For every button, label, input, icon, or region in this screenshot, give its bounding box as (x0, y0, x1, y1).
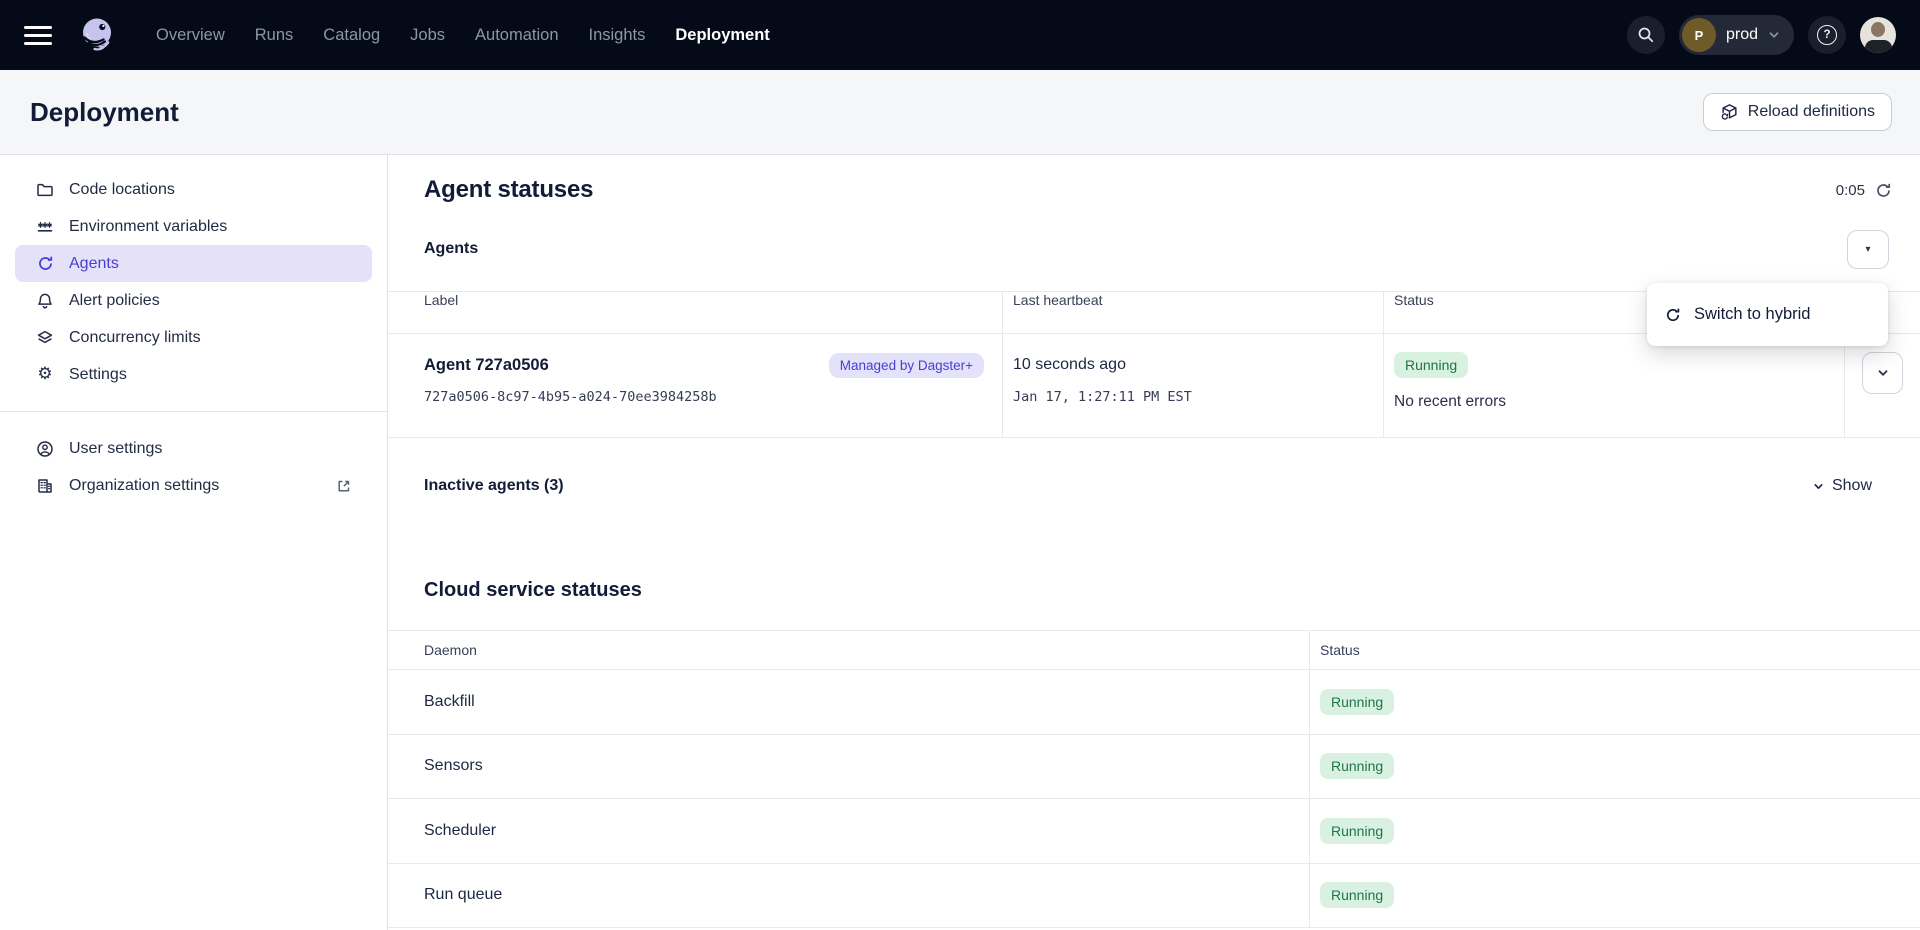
deployment-sidebar: Code locations Environment variables Age… (0, 155, 388, 930)
user-avatar[interactable] (1860, 17, 1896, 53)
column-header-label: Label (388, 292, 1003, 333)
inactive-agents-show-toggle[interactable]: Show (1812, 477, 1872, 495)
refresh-countdown-value: 0:05 (1836, 182, 1865, 199)
agent-id: 727a0506-8c97-4b95-a024-70ee3984258b (424, 389, 984, 405)
search-button[interactable] (1627, 16, 1665, 54)
daemon-status-badge: Running (1320, 753, 1394, 779)
agent-row-expand-button[interactable] (1862, 352, 1903, 394)
building-icon (36, 477, 54, 495)
column-header-status: Status (1310, 631, 1920, 669)
nav-item-catalog[interactable]: Catalog (323, 26, 380, 45)
nav-item-runs[interactable]: Runs (255, 26, 294, 45)
managed-by-dagster-badge: Managed by Dagster+ (829, 353, 984, 378)
sidebar-item-label: Agents (69, 255, 119, 273)
daemon-status-badge: Running (1320, 818, 1394, 844)
sidebar-item-settings[interactable]: ⚙ Settings (15, 356, 372, 393)
column-header-heartbeat: Last heartbeat (1003, 292, 1384, 333)
heartbeat-relative: 10 seconds ago (1013, 356, 1126, 374)
chevron-down-icon (1876, 366, 1890, 380)
chevron-down-icon (1812, 480, 1825, 493)
agent-row: Agent 727a0506 Managed by Dagster+ 727a0… (388, 334, 1920, 438)
nav-item-jobs[interactable]: Jobs (410, 26, 445, 45)
agent-name: Agent 727a0506 (424, 356, 549, 375)
sidebar-item-label: Concurrency limits (69, 329, 201, 347)
agents-actions-dropdown-button[interactable]: ▾ (1847, 230, 1889, 269)
agent-statuses-heading: Agent statuses (424, 176, 593, 204)
help-icon: ? (1817, 25, 1837, 45)
daemon-name: Sensors (388, 735, 1310, 799)
primary-nav: Overview Runs Catalog Jobs Automation In… (156, 26, 770, 45)
bell-icon (36, 292, 54, 310)
help-button[interactable]: ? (1808, 16, 1846, 54)
column-header-daemon: Daemon (388, 631, 1310, 669)
sidebar-item-label: Code locations (69, 181, 175, 199)
refresh-countdown: 0:05 (1836, 182, 1892, 199)
sidebar-item-agents[interactable]: Agents (15, 245, 372, 282)
daemon-name: Scheduler (388, 799, 1310, 863)
sidebar-item-user-settings[interactable]: User settings (15, 430, 372, 467)
agents-subheading: Agents (424, 240, 478, 258)
external-link-icon (336, 478, 352, 494)
nav-item-automation[interactable]: Automation (475, 26, 558, 45)
environment-avatar: P (1682, 18, 1716, 52)
daemon-name: Backfill (388, 670, 1310, 734)
agent-status-detail: No recent errors (1394, 393, 1844, 411)
sidebar-item-label: Organization settings (69, 477, 219, 495)
cloud-services-table: Daemon Status Backfill Running Sensors R… (388, 630, 1920, 928)
show-label: Show (1832, 477, 1872, 495)
layers-icon (36, 329, 54, 347)
nav-item-insights[interactable]: Insights (589, 26, 646, 45)
env-vars-icon (36, 218, 54, 236)
menu-item-switch-to-hybrid[interactable]: Switch to hybrid (1694, 305, 1810, 324)
daemon-row-run-queue: Run queue Running (388, 864, 1920, 929)
refresh-icon[interactable] (1875, 182, 1892, 199)
sync-icon (36, 255, 54, 273)
reload-definitions-label: Reload definitions (1748, 103, 1875, 121)
heartbeat-timestamp: Jan 17, 1:27:11 PM EST (1013, 389, 1383, 405)
environment-switcher[interactable]: P prod (1679, 15, 1794, 55)
sidebar-item-label: Environment variables (69, 218, 227, 236)
daemon-status-badge: Running (1320, 882, 1394, 908)
daemon-row-sensors: Sensors Running (388, 735, 1920, 800)
user-circle-icon (36, 440, 54, 458)
inactive-agents-heading: Inactive agents (3) (424, 477, 564, 495)
main-content: Agent statuses 0:05 Agents ▾ Label (388, 155, 1920, 930)
agent-status-badge: Running (1394, 352, 1468, 378)
hamburger-menu-icon[interactable] (24, 26, 52, 45)
sidebar-item-alert-policies[interactable]: Alert policies (15, 282, 372, 319)
reload-definitions-button[interactable]: Reload definitions (1703, 93, 1892, 131)
sidebar-item-label: Settings (69, 366, 127, 384)
daemon-status-badge: Running (1320, 689, 1394, 715)
daemon-row-backfill: Backfill Running (388, 670, 1920, 735)
nav-item-deployment[interactable]: Deployment (675, 26, 769, 45)
agents-actions-menu: Switch to hybrid (1647, 283, 1888, 346)
cloud-table-header: Daemon Status (388, 631, 1920, 670)
sidebar-item-concurrency-limits[interactable]: Concurrency limits (15, 319, 372, 356)
dagster-logo-icon[interactable] (74, 12, 120, 58)
chevron-down-icon (1768, 29, 1780, 41)
daemon-row-scheduler: Scheduler Running (388, 799, 1920, 864)
gear-icon: ⚙ (36, 366, 54, 384)
sidebar-divider (0, 411, 387, 412)
sidebar-item-environment-variables[interactable]: Environment variables (15, 208, 372, 245)
reload-package-icon (1720, 103, 1739, 122)
caret-down-icon: ▾ (1865, 244, 1870, 255)
sidebar-item-label: Alert policies (69, 292, 160, 310)
sync-icon (1665, 307, 1681, 323)
folder-icon (36, 181, 54, 199)
page-header: Deployment Reload definitions (0, 70, 1920, 155)
search-icon (1637, 26, 1655, 44)
environment-label: prod (1726, 26, 1758, 44)
sidebar-item-code-locations[interactable]: Code locations (15, 171, 372, 208)
sidebar-item-label: User settings (69, 440, 162, 458)
daemon-name: Run queue (388, 864, 1310, 928)
cloud-service-statuses-heading: Cloud service statuses (424, 579, 1920, 607)
nav-item-overview[interactable]: Overview (156, 26, 225, 45)
page-title: Deployment (30, 97, 179, 128)
sidebar-item-organization-settings[interactable]: Organization settings (15, 467, 372, 504)
top-nav: Overview Runs Catalog Jobs Automation In… (0, 0, 1920, 70)
